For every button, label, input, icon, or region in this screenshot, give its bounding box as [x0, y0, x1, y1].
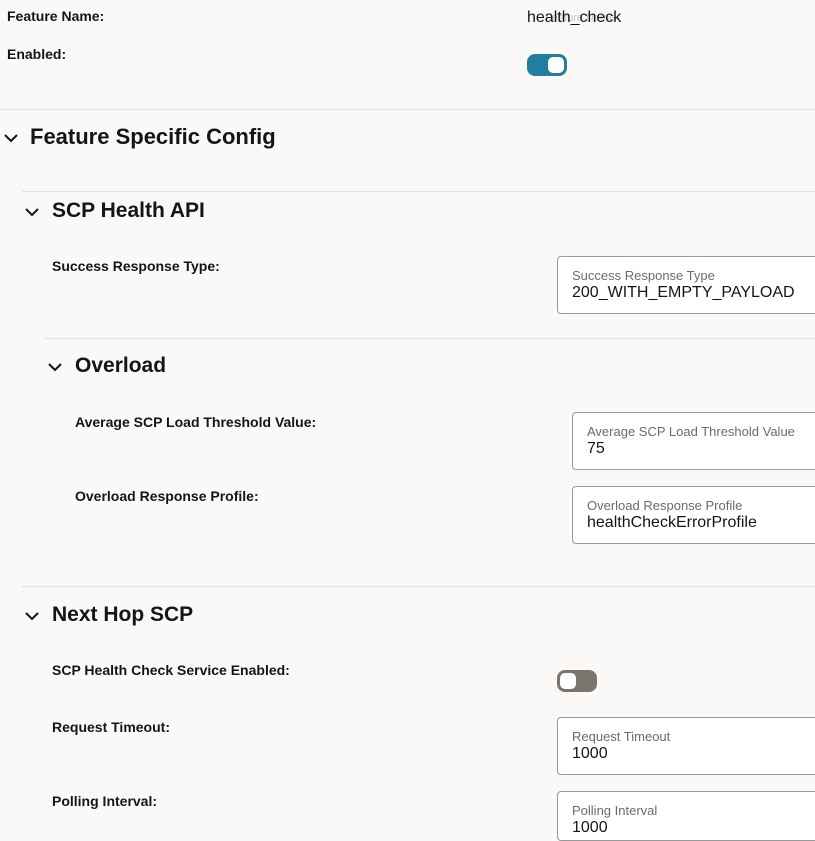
- scp-health-check-service-enabled-label: SCP Health Check Service Enabled:: [52, 662, 290, 678]
- field-floating-label: Average SCP Load Threshold Value: [587, 424, 795, 439]
- field-floating-label: Request Timeout: [572, 729, 671, 744]
- success-response-type-field[interactable]: Success Response Type 200_WITH_EMPTY_PAY…: [557, 256, 815, 314]
- field-floating-label: Overload Response Profile: [587, 498, 743, 513]
- divider: [45, 338, 815, 339]
- field-value: 1000: [572, 745, 608, 762]
- polling-interval-label: Polling Interval:: [52, 793, 158, 809]
- overload-title: Overload: [75, 354, 167, 377]
- field-value: 75: [587, 440, 605, 457]
- chevron-down-icon[interactable]: [24, 608, 40, 624]
- request-timeout-field[interactable]: Request Timeout 1000: [557, 717, 815, 775]
- chevron-down-icon[interactable]: [3, 130, 19, 146]
- chevron-down-icon[interactable]: [24, 204, 40, 220]
- divider: [0, 109, 815, 110]
- feature-name-label: Feature Name:: [7, 8, 105, 24]
- success-response-type-label: Success Response Type:: [52, 258, 220, 274]
- enabled-label: Enabled:: [7, 46, 67, 62]
- enabled-toggle[interactable]: [527, 54, 567, 76]
- overload-response-profile-field[interactable]: Overload Response Profile healthCheckErr…: [572, 486, 815, 544]
- feature-specific-config-title: Feature Specific Config: [30, 124, 276, 149]
- field-floating-label: Success Response Type: [572, 268, 715, 283]
- field-floating-label: Polling Interval: [572, 803, 658, 818]
- field-value: 1000: [572, 819, 608, 836]
- request-timeout-label: Request Timeout:: [52, 719, 170, 735]
- overload-response-profile-label: Overload Response Profile:: [75, 488, 259, 504]
- toggle-knob: [560, 673, 576, 689]
- feature-name-value: health_check: [527, 9, 622, 26]
- avg-threshold-label: Average SCP Load Threshold Value:: [75, 414, 317, 430]
- scp-health-check-service-toggle[interactable]: [557, 670, 597, 692]
- field-value: healthCheckErrorProfile: [587, 514, 757, 531]
- chevron-down-icon[interactable]: [47, 359, 63, 375]
- field-value: 200_WITH_EMPTY_PAYLOAD: [572, 284, 795, 301]
- next-hop-scp-title: Next Hop SCP: [52, 603, 194, 626]
- scp-health-api-title: SCP Health API: [52, 199, 205, 222]
- divider: [22, 586, 815, 587]
- avg-threshold-field[interactable]: Average SCP Load Threshold Value 75: [572, 412, 815, 470]
- polling-interval-field[interactable]: Polling Interval 1000: [557, 791, 815, 841]
- toggle-knob: [548, 57, 564, 73]
- divider: [22, 191, 815, 192]
